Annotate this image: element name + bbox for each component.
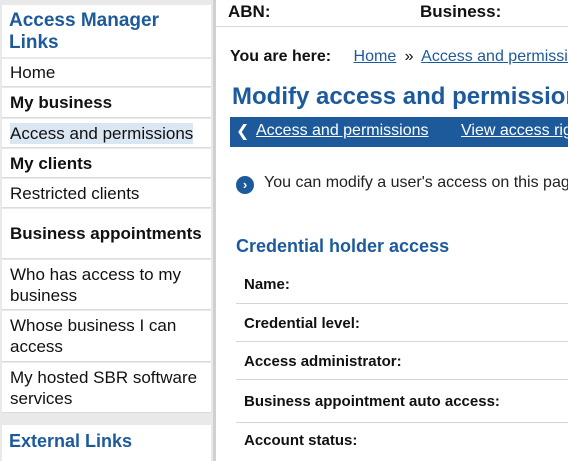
field-label: Access administrator: xyxy=(244,352,402,370)
field-label: Business appointment auto access: xyxy=(244,393,500,410)
sidebar-item-business-appointments[interactable]: Business appointments xyxy=(2,209,211,259)
field-label: Name: xyxy=(244,276,290,293)
external-links-heading: External Links xyxy=(2,425,211,461)
field-label: Credential level: xyxy=(244,314,360,332)
sidebar: Access Manager Links Home My business Ac… xyxy=(0,0,213,461)
section-title: Credential holder access xyxy=(236,236,450,256)
sidebar-item-my-business[interactable]: My business xyxy=(2,88,211,118)
chevron-left-icon[interactable]: ❮ xyxy=(236,121,249,141)
sidebar-item-who-has-access[interactable]: Who has access to my business xyxy=(2,260,211,310)
sidebar-divider xyxy=(213,0,216,461)
breadcrumb-separator: » xyxy=(404,48,414,65)
field-name-row: Name: xyxy=(236,266,568,304)
sidebar-item-restricted-clients[interactable]: Restricted clients xyxy=(2,179,211,208)
chevron-right-circle-icon: › xyxy=(236,176,254,194)
field-auto-access-row: Business appointment auto access: xyxy=(236,381,568,423)
breadcrumb: You are here: Home » Access and permissi… xyxy=(230,48,568,66)
sidebar-heading: Access Manager Links xyxy=(2,5,211,57)
abn-label: ABN: xyxy=(228,2,271,21)
field-access-administrator-row: Access administrator: xyxy=(236,343,568,380)
tab-bar: ❮ Access and permissions View access rig… xyxy=(230,117,568,147)
breadcrumb-label: You are here: xyxy=(230,48,332,65)
sidebar-item-access-and-permissions[interactable]: Access and permissions xyxy=(2,119,211,148)
field-label: Account status: xyxy=(244,431,358,449)
business-label: Business: xyxy=(420,2,502,21)
header-bar: ABN: Business: xyxy=(216,0,568,27)
sidebar-item-hosted-sbr[interactable]: My hosted SBR software services xyxy=(2,363,211,413)
tab-view-access-rights[interactable]: View access rights xyxy=(461,122,568,140)
breadcrumb-home-link[interactable]: Home xyxy=(354,48,397,65)
sidebar-item-home[interactable]: Home xyxy=(2,59,211,87)
sidebar-item-my-clients[interactable]: My clients xyxy=(2,149,211,178)
tab-access-and-permissions[interactable]: Access and permissions xyxy=(256,122,429,140)
field-account-status-row: Account status: xyxy=(236,424,568,456)
breadcrumb-access-link[interactable]: Access and permissions xyxy=(421,48,568,65)
info-text: You can modify a user's access on this p… xyxy=(264,174,568,191)
sidebar-item-whose-business[interactable]: Whose business I can access xyxy=(2,311,211,362)
page-title: Modify access and permissions xyxy=(232,83,568,110)
field-credential-level-row: Credential level: xyxy=(236,305,568,342)
